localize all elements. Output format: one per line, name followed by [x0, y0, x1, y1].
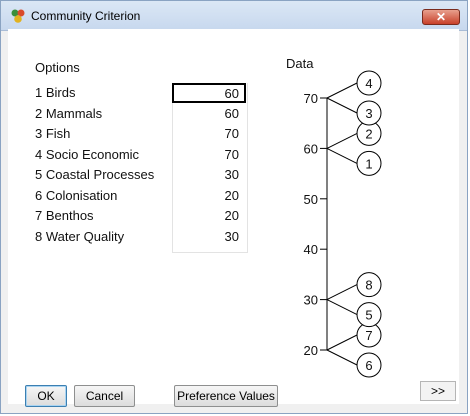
data-point-label: 7: [365, 328, 372, 343]
window-title: Community Criterion: [31, 9, 141, 23]
data-point-label: 3: [365, 106, 372, 121]
dialog-client-area: Options Data 1 Birds 60 2 Mammals 60 3 Fish 7…: [8, 29, 459, 407]
preference-values-button[interactable]: Preference Values: [174, 385, 278, 407]
y-tick-label: 70: [304, 91, 318, 106]
point-connector: [326, 299, 358, 316]
cancel-button[interactable]: Cancel: [74, 385, 135, 407]
point-connector: [326, 97, 358, 114]
data-point-label: 6: [365, 358, 372, 373]
data-point-label: 8: [365, 278, 372, 293]
point-connector: [326, 349, 358, 366]
y-tick-label: 30: [304, 293, 318, 308]
y-tick-label: 40: [304, 242, 318, 257]
y-tick-label: 60: [304, 141, 318, 156]
close-icon: ✕: [435, 10, 447, 24]
point-connector: [326, 147, 358, 164]
point-connector: [326, 132, 358, 149]
point-connector: [326, 82, 358, 99]
point-connector: [326, 284, 358, 301]
data-chart: 70 60 50 40 30 20 7 6 8 5 2 1 4 3: [304, 70, 382, 378]
more-button[interactable]: >>: [420, 381, 456, 401]
app-icon: [11, 9, 25, 23]
data-point-label: 1: [365, 156, 372, 171]
title-bar: Community Criterion ✕: [1, 1, 467, 31]
y-tick-label: 50: [304, 192, 318, 207]
data-point-label: 5: [365, 308, 372, 323]
data-point-label: 2: [365, 126, 372, 141]
point-connector: [326, 334, 358, 351]
close-button[interactable]: ✕: [422, 9, 460, 25]
data-point-label: 4: [365, 76, 372, 91]
ok-button[interactable]: OK: [25, 385, 67, 407]
y-tick-label: 20: [304, 343, 318, 358]
